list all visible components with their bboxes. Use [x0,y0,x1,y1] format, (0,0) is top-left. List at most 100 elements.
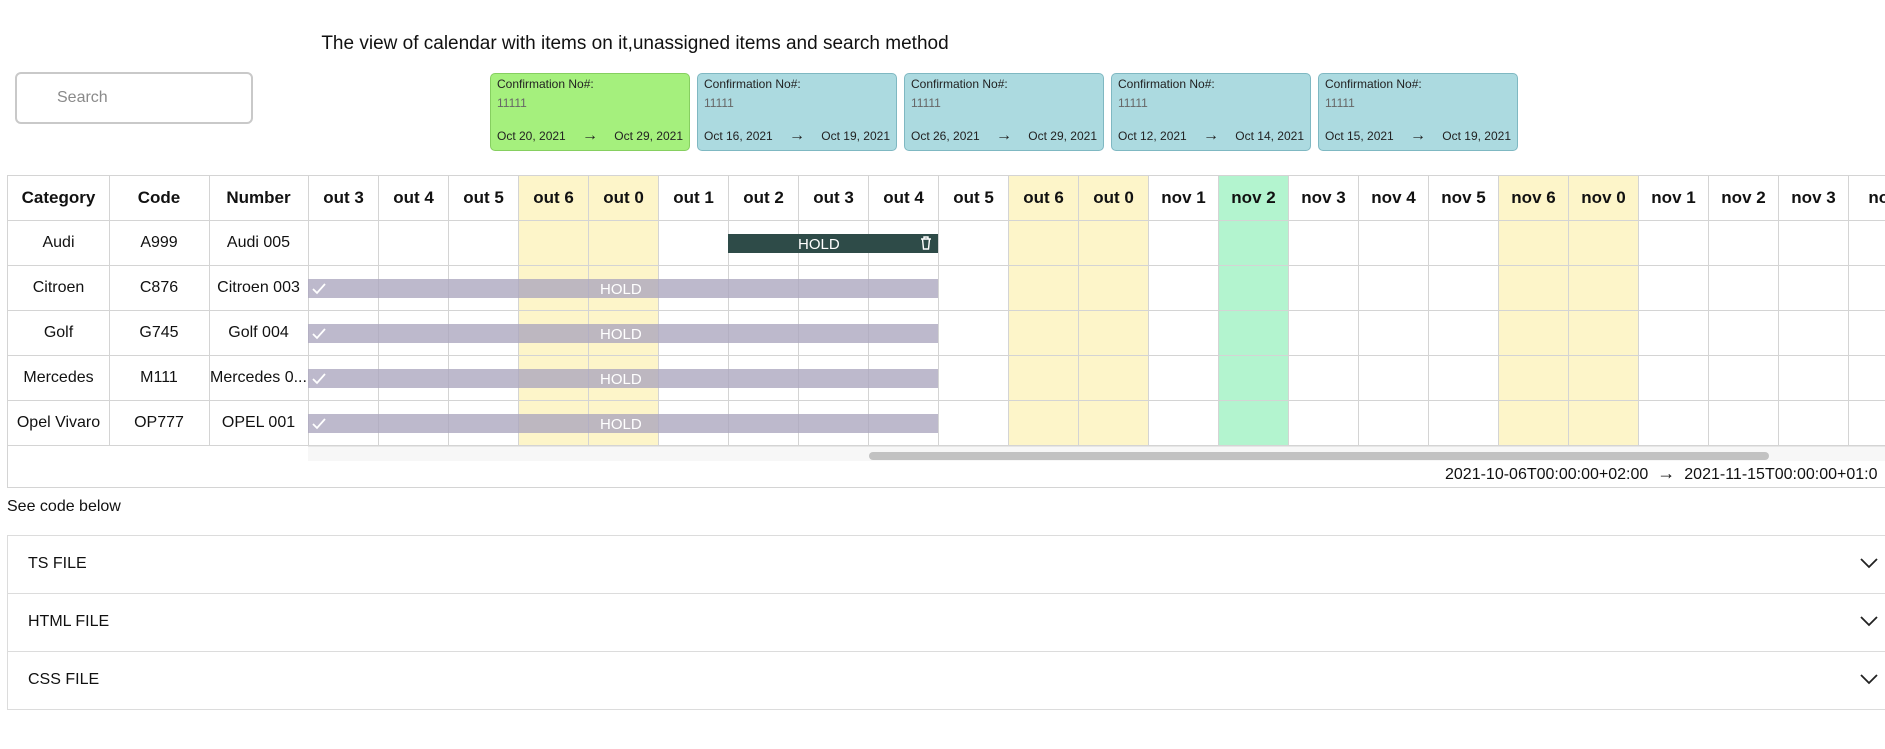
day-cell[interactable] [1639,311,1708,356]
day-cell[interactable] [939,266,1008,311]
day-cell[interactable] [1009,401,1078,446]
day-cell[interactable] [1779,311,1848,356]
day-cell[interactable] [1639,356,1708,401]
horizontal-scrollbar[interactable] [308,446,1885,461]
day-cell[interactable] [939,401,1008,446]
day-cell[interactable] [1359,266,1428,311]
day-cell[interactable] [1009,356,1078,401]
accordion-html-file[interactable]: HTML FILE [8,594,1885,652]
day-cell[interactable] [1779,401,1848,446]
day-cell[interactable] [1639,266,1708,311]
day-cell[interactable] [1289,266,1358,311]
day-cell[interactable] [1429,401,1498,446]
day-header[interactable]: out 0 [1079,176,1148,221]
day-cell[interactable] [1709,311,1778,356]
day-cell[interactable] [1149,221,1218,266]
day-cell[interactable] [1429,221,1498,266]
column-header-number[interactable]: Number [209,176,308,221]
day-cell[interactable] [1499,356,1568,401]
day-cell[interactable] [1219,401,1288,446]
day-cell[interactable] [1219,221,1288,266]
column-header-code[interactable]: Code [109,176,209,221]
day-cell[interactable] [1779,356,1848,401]
day-header[interactable]: nov 6 [1499,176,1568,221]
booking-bar[interactable]: HOLD [308,369,938,388]
day-header[interactable]: nov 4 [1359,176,1428,221]
day-header[interactable]: out 5 [449,176,518,221]
day-header[interactable]: nov 2 [1219,176,1288,221]
day-header[interactable]: nov 1 [1639,176,1708,221]
day-cell[interactable] [939,356,1008,401]
day-cell[interactable] [1079,266,1148,311]
day-cell[interactable] [1849,221,1885,266]
day-header[interactable]: out 3 [309,176,378,221]
day-cell[interactable] [1219,356,1288,401]
day-cell[interactable] [1499,266,1568,311]
accordion-css-file[interactable]: CSS FILE [8,652,1885,709]
day-cell[interactable] [1079,401,1148,446]
day-cell[interactable] [1009,311,1078,356]
day-cell[interactable] [449,221,518,266]
day-cell[interactable] [1849,356,1885,401]
day-cell[interactable] [1289,401,1358,446]
unassigned-item-card[interactable]: Confirmation No#: 11111 Oct 26, 2021 → Oct 2… [904,73,1104,151]
day-cell[interactable] [939,221,1008,266]
day-header[interactable]: out 4 [379,176,448,221]
day-header[interactable]: nov 5 [1429,176,1498,221]
day-cell[interactable] [1009,221,1078,266]
day-header[interactable]: out 0 [589,176,658,221]
day-cell[interactable] [1709,356,1778,401]
day-header[interactable]: nov 3 [1779,176,1848,221]
day-cell[interactable] [1429,311,1498,356]
day-header[interactable]: out 6 [519,176,588,221]
day-cell[interactable] [1219,311,1288,356]
day-cell[interactable] [1849,311,1885,356]
day-cell[interactable] [1849,401,1885,446]
day-cell[interactable] [939,311,1008,356]
day-cell[interactable] [1149,311,1218,356]
search-input[interactable] [15,72,253,124]
unassigned-item-card[interactable]: Confirmation No#: 11111 Oct 20, 2021 → Oct 2… [490,73,690,151]
day-cell[interactable] [1639,401,1708,446]
unassigned-item-card[interactable]: Confirmation No#: 11111 Oct 16, 2021 → Oct 1… [697,73,897,151]
column-header-category[interactable]: Category [8,176,109,221]
day-header[interactable]: out 3 [799,176,868,221]
day-header[interactable]: out 2 [729,176,798,221]
day-cell[interactable] [1289,356,1358,401]
scrollbar-thumb[interactable] [869,452,1769,460]
day-cell[interactable] [1219,266,1288,311]
day-cell[interactable] [1709,221,1778,266]
day-header[interactable]: nov [1849,176,1885,221]
accordion-ts-file[interactable]: TS FILE [8,536,1885,594]
unassigned-item-card[interactable]: Confirmation No#: 11111 Oct 15, 2021 → Oct 1… [1318,73,1518,151]
day-cell[interactable] [1569,356,1638,401]
day-cell[interactable] [1359,401,1428,446]
day-cell[interactable] [1709,266,1778,311]
day-header[interactable]: out 1 [659,176,728,221]
day-header[interactable]: nov 2 [1709,176,1778,221]
day-cell[interactable] [1149,266,1218,311]
day-cell[interactable] [1359,356,1428,401]
day-cell[interactable] [1289,221,1358,266]
day-cell[interactable] [1499,221,1568,266]
day-cell[interactable] [659,221,728,266]
day-cell[interactable] [1149,401,1218,446]
day-cell[interactable] [1009,266,1078,311]
day-cell[interactable] [1079,311,1148,356]
day-cell[interactable] [519,221,588,266]
day-cell[interactable] [1289,311,1358,356]
day-cell[interactable] [1359,311,1428,356]
day-header[interactable]: nov 1 [1149,176,1218,221]
day-cell[interactable] [1709,401,1778,446]
day-cell[interactable] [1569,401,1638,446]
day-cell[interactable] [1569,311,1638,356]
day-cell[interactable] [1849,266,1885,311]
day-cell[interactable] [309,221,378,266]
day-cell[interactable] [1779,266,1848,311]
day-cell[interactable] [379,221,448,266]
day-cell[interactable] [1149,356,1218,401]
booking-bar[interactable]: HOLD [308,279,938,298]
day-cell[interactable] [1639,221,1708,266]
booking-bar[interactable]: HOLD [308,324,938,343]
day-header[interactable]: out 4 [869,176,938,221]
